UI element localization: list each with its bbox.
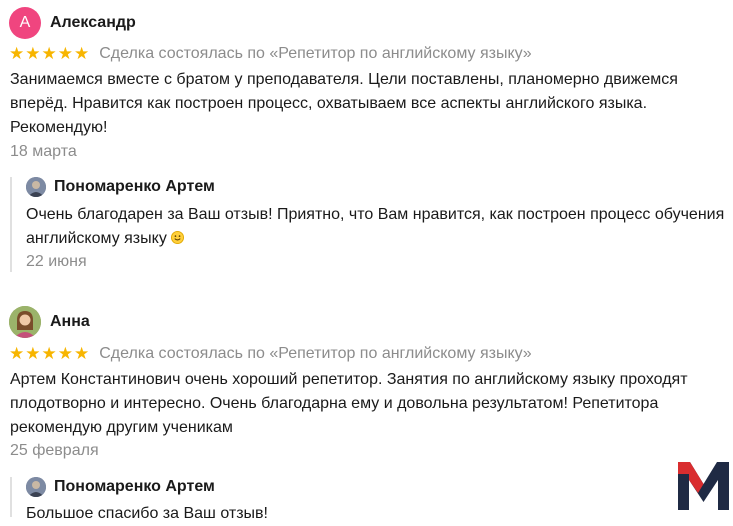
reply-author-name[interactable]: Пономаренко Артем (54, 178, 215, 196)
m-logo-icon (678, 462, 729, 510)
review-date: 18 марта (10, 143, 77, 160)
review-author-row: А Александр (9, 7, 136, 39)
reply-avatar[interactable] (26, 477, 46, 497)
star-icon: ★ (57, 344, 73, 363)
star-icon: ★ (74, 344, 90, 363)
deal-link[interactable]: Сделка состоялась по «Репетитор по англи… (99, 45, 531, 63)
rating-stars: ★ ★ ★ ★ ★ (9, 44, 89, 64)
reply-avatar[interactable] (26, 177, 46, 197)
reply-text-content: Очень благодарен за Ваш отзыв! Приятно, … (26, 206, 725, 247)
reply-date: 22 июня (26, 253, 87, 270)
reply-author-name[interactable]: Пономаренко Артем (54, 478, 215, 496)
avatar[interactable] (9, 306, 41, 338)
review-text: Занимаемся вместе с братом у преподавате… (10, 71, 678, 136)
reply-block: Пономаренко Артем Большое спасибо за Ваш… (10, 477, 732, 522)
rating-stars: ★ ★ ★ ★ ★ (9, 344, 89, 364)
review-meta: ★ ★ ★ ★ ★ Сделка состоялась по «Репетито… (9, 344, 532, 364)
star-icon: ★ (9, 44, 25, 63)
review-author-row: Анна (9, 306, 90, 338)
reply-block: Пономаренко Артем Очень благодарен за Ва… (10, 177, 732, 272)
star-icon: ★ (25, 44, 41, 63)
review-date: 25 февраля (10, 442, 99, 459)
star-icon: ★ (57, 44, 73, 63)
smiley-icon (170, 231, 184, 244)
reply-author-row: Пономаренко Артем (26, 477, 215, 497)
deal-link[interactable]: Сделка состоялась по «Репетитор по англи… (99, 345, 531, 363)
reply-text: Очень благодарен за Ваш отзыв! Приятно, … (26, 203, 731, 251)
reply-author-row: Пономаренко Артем (26, 177, 215, 197)
avatar[interactable]: А (9, 7, 41, 39)
star-icon: ★ (41, 344, 57, 363)
star-icon: ★ (25, 344, 41, 363)
author-name[interactable]: Александр (50, 14, 136, 32)
star-icon: ★ (9, 344, 25, 363)
review-meta: ★ ★ ★ ★ ★ Сделка состоялась по «Репетито… (9, 44, 532, 64)
reply-text: Большое спасибо за Ваш отзыв! (26, 505, 268, 522)
review-text: Артем Константинович очень хороший репет… (10, 371, 688, 436)
avatar-letter: А (19, 14, 31, 31)
star-icon: ★ (74, 44, 90, 63)
author-name[interactable]: Анна (50, 313, 90, 331)
star-icon: ★ (41, 44, 57, 63)
